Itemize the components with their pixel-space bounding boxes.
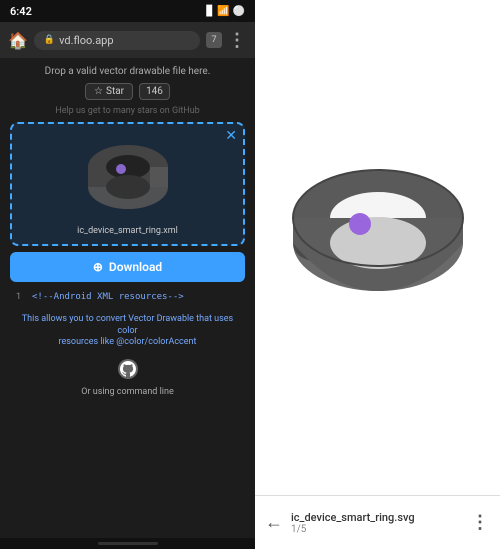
code-section: 1 <!--Android XML resources-->	[10, 288, 245, 306]
drop-zone-text: Drop a valid vector drawable file here.	[10, 66, 245, 77]
right-file-name: ic_device_smart_ring.svg	[291, 511, 463, 524]
code-content: <!--Android XML resources-->	[32, 292, 184, 302]
right-page-count: 1/5	[291, 524, 463, 535]
web-content: Drop a valid vector drawable file here. …	[0, 58, 255, 538]
download-button[interactable]: ⊕ Download	[10, 252, 245, 282]
browser-back-button[interactable]: 🏠	[8, 31, 28, 50]
line-number: 1	[16, 292, 26, 302]
upload-file-name: ic_device_smart_ring.xml	[77, 226, 178, 236]
star-row: ☆ Star 146	[10, 83, 245, 100]
ring-svg-large	[278, 138, 478, 358]
star-count: 146	[139, 83, 170, 100]
github-icon[interactable]	[118, 359, 138, 379]
file-info: ic_device_smart_ring.svg 1/5	[291, 511, 463, 535]
github-icon-row	[10, 357, 245, 381]
bottom-navigation-bar	[98, 542, 158, 545]
status-icons: ▊ 📶 ⚪	[206, 6, 245, 17]
status-bar: 6:42 ▊ 📶 ⚪	[0, 0, 255, 22]
ring-svg-small	[83, 137, 173, 217]
download-label: Download	[109, 260, 162, 274]
right-bottom-bar: ← ic_device_smart_ring.svg 1/5 ⋮	[255, 495, 500, 549]
code-line-1: 1 <!--Android XML resources-->	[16, 292, 239, 302]
close-button[interactable]: ✕	[225, 128, 237, 144]
back-button[interactable]: ←	[265, 512, 283, 533]
browser-tab-icon[interactable]: 7	[206, 32, 222, 48]
browser-url-bar[interactable]: 🔒 vd.floo.app	[34, 31, 200, 50]
right-panel: ← ic_device_smart_ring.svg 1/5 ⋮	[255, 0, 500, 549]
wifi-icon: ⚪	[233, 6, 245, 17]
signal-icon: 📶	[217, 6, 229, 17]
github-svg	[120, 361, 136, 377]
upload-box[interactable]: ✕ ic_device_smart_rin	[10, 122, 245, 246]
phone-panel: 6:42 ▊ 📶 ⚪ 🏠 🔒 vd.floo.app 7 ⋮ Drop a va…	[0, 0, 255, 549]
tab-count: 7	[211, 35, 216, 45]
star-button[interactable]: ☆ Star	[85, 83, 133, 100]
url-text: vd.floo.app	[59, 34, 113, 47]
browser-menu-button[interactable]: ⋮	[228, 30, 247, 51]
download-icon: ⊕	[93, 260, 103, 274]
description-text: This allows you to convert Vector Drawab…	[10, 312, 245, 351]
help-text: Help us get to many stars on GitHub	[10, 106, 245, 116]
status-time: 6:42	[10, 5, 32, 18]
star-icon: ☆	[94, 86, 103, 97]
preview-area	[255, 0, 500, 495]
more-options-button[interactable]: ⋮	[471, 512, 490, 533]
secure-icon: 🔒	[44, 35, 55, 45]
battery-icon: ▊	[206, 6, 214, 17]
browser-bar: 🏠 🔒 vd.floo.app 7 ⋮	[0, 22, 255, 58]
star-label: Star	[106, 86, 124, 97]
cmdline-text: Or using command line	[10, 387, 245, 397]
ring-preview-small	[78, 132, 178, 222]
